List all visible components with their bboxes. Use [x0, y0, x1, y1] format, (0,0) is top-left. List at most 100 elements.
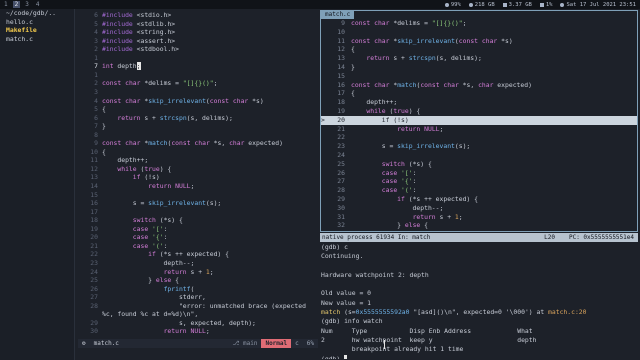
- source-line-number: 13: [337, 54, 345, 63]
- source-line-number: 19: [337, 106, 345, 115]
- workspace-3[interactable]: 3: [23, 1, 31, 8]
- source-line-number: 22: [337, 133, 345, 142]
- tree-file-item[interactable]: Makefile: [0, 26, 74, 35]
- tree-root-path[interactable]: ~/code/gdb/..: [0, 9, 74, 18]
- code-text: {: [102, 147, 106, 156]
- source-line: 26 case '[':: [321, 169, 637, 178]
- code-text: case '{':: [132, 233, 168, 242]
- source-code-text: {: [351, 89, 355, 98]
- tree-file-item[interactable]: match.c: [0, 35, 74, 44]
- source-line: 31 return s + 1;: [321, 213, 637, 222]
- console-line: breakpoint already hit 1 time: [320, 345, 638, 354]
- source-line-number: 14: [337, 62, 345, 71]
- source-line-number: 32: [337, 221, 345, 230]
- mouse-ibeam-cursor: [384, 340, 385, 349]
- code-text: }: [102, 122, 106, 131]
- code-text: return s + 1;: [163, 267, 214, 276]
- gdb-console[interactable]: (gdb) c Continuing. Hardware watchpoint 2:…: [320, 243, 638, 359]
- source-line: 9 const char *delims = "[]{}()";: [321, 19, 637, 28]
- source-line-number: 9: [341, 19, 345, 27]
- memory-value: 218 GB: [474, 1, 495, 8]
- disk-icon: [502, 2, 507, 7]
- console-text: Continuing.: [321, 252, 364, 261]
- source-line: 17 {: [321, 89, 637, 98]
- cpu-value: 1%: [545, 1, 553, 8]
- source-code-text: const char *delims = "[]{}()";: [351, 19, 467, 27]
- status-filetype: c: [295, 340, 299, 347]
- source-line-number: 29: [337, 194, 345, 203]
- code-text: if (*s ++ expected) {: [148, 250, 229, 259]
- source-line-number: 27: [337, 177, 345, 186]
- code-text: const char *match(const char *s, char ex…: [102, 139, 283, 148]
- source-code-text: return s + 1;: [412, 212, 463, 221]
- disk-value: 3.37 GB: [508, 1, 532, 8]
- calendar-icon: [560, 2, 565, 7]
- source-line-number: 25: [337, 159, 345, 168]
- code-text: depth--;: [102, 258, 195, 267]
- gdb-process-info: native process 61934 In: match: [322, 234, 431, 241]
- gear-icon: ⚙: [82, 340, 86, 347]
- source-line-number: 12: [337, 45, 345, 54]
- editor-line[interactable]: 30 return NULL;: [78, 327, 209, 337]
- code-text: depth++;: [102, 156, 149, 165]
- console-text: (gdb) info watch: [321, 317, 383, 326]
- source-line-number: 11: [337, 36, 345, 45]
- source-line-number: 24: [337, 150, 345, 159]
- code-text: case '[':: [132, 224, 168, 233]
- source-line-current: >20 if (!s): [321, 115, 637, 125]
- source-code-text: if (*s ++ expected) {: [397, 194, 478, 203]
- source-line: 25 switch (*s) {: [321, 160, 637, 169]
- source-line-number: 21: [337, 124, 345, 133]
- source-line: 19 while (true) {: [321, 107, 637, 116]
- code-text: case '(':: [132, 241, 168, 250]
- source-code-text: }: [351, 62, 355, 71]
- console-line: Num Type Disp Enb Address What: [320, 327, 638, 336]
- source-code-text: case '(':: [381, 186, 417, 195]
- code-text: stderr,: [102, 293, 206, 302]
- code-editor[interactable]: 6 #include <stdio.h> 5 #include <stdlib.h> 4…: [78, 9, 318, 339]
- source-line-number: 31: [337, 212, 345, 221]
- source-line: 28 case '(':: [321, 186, 637, 195]
- branch-icon: ⎇: [232, 340, 243, 347]
- source-line: 29 if (*s ++ expected) {: [321, 195, 637, 204]
- code-text: #include <stdio.h>: [102, 11, 172, 19]
- cpu-status: 1%: [539, 1, 553, 8]
- editor-line[interactable]: 9 const char *match(const char *s, char e…: [78, 139, 283, 149]
- console-text: Old value = 0: [321, 289, 372, 298]
- code-text: } else {: [102, 276, 179, 285]
- console-line: Hardware watchpoint 2: depth: [320, 271, 638, 280]
- source-line: 15: [321, 72, 637, 81]
- code-text: return s + strcspn(s, delims);: [117, 113, 233, 122]
- source-line: 23 s = skip_irrelevant(s);: [321, 142, 637, 151]
- status-git-branch: ⎇ main: [228, 339, 261, 348]
- system-info: 99% 218 GB 3.37 GB 1% Sat 17 Jul 2021 23…: [444, 0, 636, 9]
- workspace-2[interactable]: 2: [12, 1, 21, 8]
- disk-status: 3.37 GB: [502, 1, 532, 8]
- battery-icon: [444, 2, 449, 7]
- code-text: int depth;: [102, 62, 141, 71]
- source-line: 21 return NULL;: [321, 125, 637, 134]
- battery-value: 99%: [450, 1, 461, 8]
- source-code-text: if (!s): [351, 115, 409, 124]
- source-line-number: 28: [337, 186, 345, 195]
- tree-file-item[interactable]: hello.c: [0, 18, 74, 27]
- console-text: Hardware watchpoint 2: depth: [321, 270, 429, 279]
- console-text: Num Type Disp Enb Address What: [321, 326, 533, 335]
- workspace-1[interactable]: 1: [2, 1, 10, 8]
- source-lines: 9 const char *delims = "[]{}()"; 10 11 const…: [321, 19, 637, 231]
- source-line: 18 depth++;: [321, 98, 637, 107]
- code-text: return NULL;: [148, 182, 195, 190]
- console-line: New value = 1: [320, 299, 638, 308]
- source-line-number: 16: [337, 80, 345, 89]
- memory-status: 218 GB: [468, 1, 495, 8]
- source-code-text: case '{':: [381, 177, 417, 186]
- status-percent: 6%: [306, 340, 314, 347]
- workspace-4[interactable]: 4: [34, 1, 42, 8]
- source-line-number: 26: [337, 168, 345, 177]
- code-text: s = skip_irrelevant(s);: [102, 199, 222, 208]
- status-branch-label: main: [243, 340, 258, 347]
- source-line: 24: [321, 151, 637, 160]
- gdb-source-window[interactable]: match.c 9 const char *delims = "[]{}()"; 1…: [320, 10, 638, 232]
- console-cursor: [344, 355, 348, 359]
- console-line: match (s=0x5555555592a0 "[asd]()\n", exp…: [320, 308, 638, 317]
